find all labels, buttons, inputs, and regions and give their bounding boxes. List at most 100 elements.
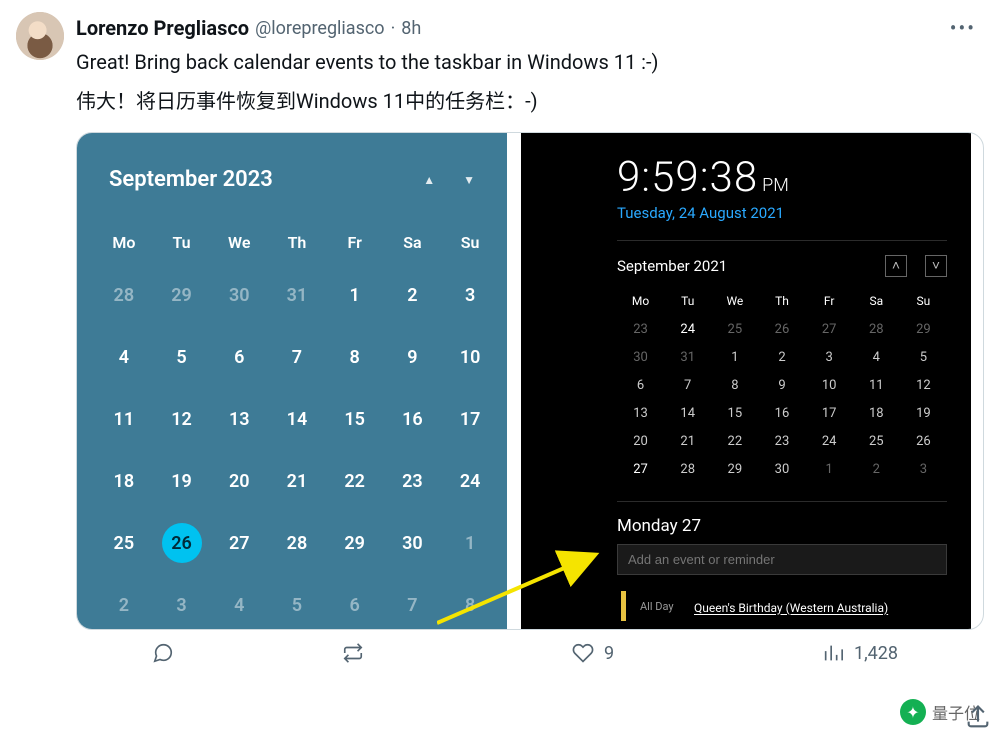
right-calendar-cell[interactable]: 18 (853, 399, 900, 427)
left-calendar-cell[interactable]: 12 (153, 388, 211, 450)
left-calendar-cell[interactable]: 25 (95, 512, 153, 574)
right-calendar-cell[interactable]: 2 (853, 455, 900, 483)
left-calendar-cell[interactable]: 31 (268, 264, 326, 326)
left-calendar-cell[interactable]: 6 (326, 574, 384, 630)
add-event-input[interactable] (617, 544, 947, 575)
left-calendar-cell[interactable]: 29 (153, 264, 211, 326)
right-calendar-cell[interactable]: 29 (711, 455, 758, 483)
left-calendar-cell[interactable]: 2 (384, 264, 442, 326)
right-calendar-cell[interactable]: 15 (711, 399, 758, 427)
like-button[interactable]: 9 (572, 642, 822, 664)
right-calendar-cell[interactable]: 26 (758, 315, 805, 343)
right-calendar-cell[interactable]: 13 (617, 399, 664, 427)
left-calendar-cell[interactable]: 4 (210, 574, 268, 630)
left-calendar-cell[interactable]: 11 (95, 388, 153, 450)
left-calendar-cell[interactable]: 8 (441, 574, 499, 630)
right-calendar-cell[interactable]: 20 (617, 427, 664, 455)
left-calendar-cell[interactable]: 9 (384, 326, 442, 388)
right-calendar-cell[interactable]: 22 (711, 427, 758, 455)
right-calendar-cell[interactable]: 21 (664, 427, 711, 455)
reply-button[interactable] (152, 642, 342, 664)
left-calendar-cell[interactable]: 5 (268, 574, 326, 630)
left-calendar-cell[interactable]: 10 (441, 326, 499, 388)
right-calendar-cell[interactable]: 7 (664, 371, 711, 399)
right-calendar-cell[interactable]: 27 (806, 315, 853, 343)
left-calendar-cell[interactable]: 27 (210, 512, 268, 574)
left-calendar-cell[interactable]: 24 (441, 450, 499, 512)
right-calendar-cell[interactable]: 30 (758, 455, 805, 483)
right-calendar-cell[interactable]: 9 (758, 371, 805, 399)
left-calendar-cell[interactable]: 28 (95, 264, 153, 326)
right-calendar-cell[interactable]: 8 (711, 371, 758, 399)
avatar[interactable] (16, 12, 64, 60)
left-calendar-cell[interactable]: 26 (153, 512, 211, 574)
month-up-icon[interactable]: ˄ (885, 255, 907, 277)
right-calendar-cell[interactable]: 6 (617, 371, 664, 399)
left-calendar-cell[interactable]: 4 (95, 326, 153, 388)
retweet-button[interactable] (342, 642, 572, 664)
left-calendar-cell[interactable]: 3 (153, 574, 211, 630)
left-calendar-cell[interactable]: 1 (441, 512, 499, 574)
right-calendar-cell[interactable]: 1 (806, 455, 853, 483)
right-calendar-cell[interactable]: 24 (664, 315, 711, 343)
right-calendar-cell[interactable]: 30 (617, 343, 664, 371)
tweet-media[interactable]: September 2023 ▲ ▼ MoTuWeThFrSaSu 282930… (76, 132, 984, 630)
right-calendar-cell[interactable]: 3 (900, 455, 947, 483)
right-calendar-cell[interactable]: 31 (664, 343, 711, 371)
right-calendar-cell[interactable]: 23 (617, 315, 664, 343)
right-calendar-cell[interactable]: 2 (758, 343, 805, 371)
left-calendar-cell[interactable]: 21 (268, 450, 326, 512)
month-down-icon[interactable]: ˅ (925, 255, 947, 277)
left-calendar-cell[interactable]: 22 (326, 450, 384, 512)
left-calendar-title[interactable]: September 2023 (109, 167, 273, 192)
left-calendar-cell[interactable]: 28 (268, 512, 326, 574)
more-icon[interactable]: ••• (942, 12, 984, 44)
views-button[interactable]: 1,428 (822, 642, 962, 664)
right-calendar-cell[interactable]: 28 (664, 455, 711, 483)
right-calendar-cell[interactable]: 29 (900, 315, 947, 343)
left-calendar-cell[interactable]: 16 (384, 388, 442, 450)
left-calendar-cell[interactable]: 3 (441, 264, 499, 326)
left-calendar-cell[interactable]: 1 (326, 264, 384, 326)
share-icon[interactable] (962, 703, 994, 731)
right-calendar-cell[interactable]: 3 (806, 343, 853, 371)
right-calendar-cell[interactable]: 25 (711, 315, 758, 343)
left-calendar-cell[interactable]: 20 (210, 450, 268, 512)
right-calendar-cell[interactable]: 28 (853, 315, 900, 343)
next-month-icon[interactable]: ▼ (463, 173, 475, 187)
right-calendar-cell[interactable]: 1 (711, 343, 758, 371)
right-calendar-cell[interactable]: 23 (758, 427, 805, 455)
left-calendar-cell[interactable]: 8 (326, 326, 384, 388)
left-calendar-cell[interactable]: 19 (153, 450, 211, 512)
left-calendar-cell[interactable]: 6 (210, 326, 268, 388)
right-calendar-cell[interactable]: 4 (853, 343, 900, 371)
right-calendar-cell[interactable]: 24 (806, 427, 853, 455)
left-calendar-cell[interactable]: 7 (268, 326, 326, 388)
left-calendar-cell[interactable]: 18 (95, 450, 153, 512)
left-calendar-cell[interactable]: 17 (441, 388, 499, 450)
right-calendar-cell[interactable]: 16 (758, 399, 805, 427)
right-calendar-cell[interactable]: 19 (900, 399, 947, 427)
right-month-label[interactable]: September 2021 (617, 257, 727, 275)
left-calendar-cell[interactable]: 15 (326, 388, 384, 450)
right-calendar-cell[interactable]: 26 (900, 427, 947, 455)
left-calendar-cell[interactable]: 30 (384, 512, 442, 574)
full-date[interactable]: Tuesday, 24 August 2021 (617, 204, 947, 222)
right-calendar-cell[interactable]: 11 (853, 371, 900, 399)
right-calendar-cell[interactable]: 17 (806, 399, 853, 427)
right-calendar-cell[interactable]: 27 (617, 455, 664, 483)
event-row[interactable]: All DayQueen's Birthday (Western Austral… (617, 585, 947, 627)
right-calendar-cell[interactable]: 14 (664, 399, 711, 427)
prev-month-icon[interactable]: ▲ (423, 173, 435, 187)
left-calendar-cell[interactable]: 30 (210, 264, 268, 326)
right-calendar-cell[interactable]: 12 (900, 371, 947, 399)
author-handle[interactable]: @lorepregliasco (255, 18, 385, 39)
right-calendar-cell[interactable]: 5 (900, 343, 947, 371)
left-calendar-cell[interactable]: 5 (153, 326, 211, 388)
left-calendar-cell[interactable]: 7 (384, 574, 442, 630)
left-calendar-cell[interactable]: 13 (210, 388, 268, 450)
left-calendar-cell[interactable]: 2 (95, 574, 153, 630)
left-calendar-cell[interactable]: 23 (384, 450, 442, 512)
left-calendar-cell[interactable]: 29 (326, 512, 384, 574)
author-name[interactable]: Lorenzo Pregliasco (76, 16, 249, 40)
